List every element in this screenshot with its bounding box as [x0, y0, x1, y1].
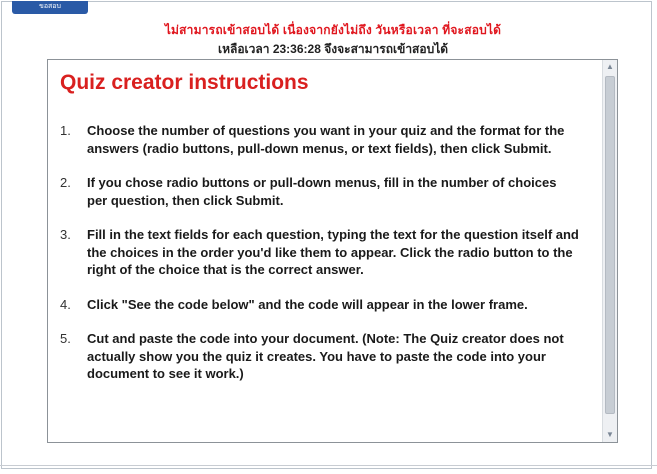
instructions-content: Quiz creator instructions 1. Choose the …: [48, 60, 601, 442]
item-number: 4.: [60, 296, 71, 312]
instructions-panel: Quiz creator instructions 1. Choose the …: [47, 59, 618, 443]
item-text: If you chose radio buttons or pull-down …: [87, 175, 557, 208]
list-item: 2. If you chose radio buttons or pull-do…: [60, 174, 580, 209]
status-line-countdown: เหลือเวลา 23:36:28 จึงจะสามารถเข้าสอบได้: [98, 40, 568, 59]
item-text: Click "See the code below" and the code …: [87, 296, 528, 312]
item-number: 5.: [60, 331, 71, 346]
item-number: 3.: [60, 227, 71, 242]
item-text: Cut and paste the code into your documen…: [87, 331, 564, 381]
item-number: 1.: [60, 123, 71, 138]
item-text: Choose the number of questions you want …: [87, 123, 565, 156]
scroll-down-icon[interactable]: ▼: [603, 428, 617, 442]
page-bottom-divider: [0, 465, 657, 466]
exam-status-message: ไม่สามารถเข้าสอบได้ เนื่องจากยังไม่ถึง ว…: [98, 21, 568, 59]
page-title: Quiz creator instructions: [60, 71, 309, 94]
list-item: 5. Cut and paste the code into your docu…: [60, 330, 580, 383]
vertical-scrollbar[interactable]: ▲ ▼: [602, 60, 617, 442]
exam-tab[interactable]: ขอสอบ: [12, 1, 88, 14]
scroll-up-icon[interactable]: ▲: [603, 60, 617, 74]
scrollbar-thumb[interactable]: [605, 76, 615, 414]
exam-frame: ขอสอบ ไม่สามารถเข้าสอบได้ เนื่องจากยังไม…: [1, 1, 652, 469]
instructions-list: 1. Choose the number of questions you wa…: [60, 122, 580, 383]
countdown-prefix: เหลือเวลา: [217, 42, 270, 56]
list-item: 1. Choose the number of questions you wa…: [60, 122, 580, 157]
list-item: 3. Fill in the text fields for each ques…: [60, 226, 580, 279]
item-number: 2.: [60, 175, 71, 190]
item-text: Fill in the text fields for each questio…: [87, 227, 579, 277]
countdown-time: 23:36:28: [272, 42, 321, 56]
countdown-suffix: จึงจะสามารถเข้าสอบได้: [324, 42, 449, 56]
status-line-not-available: ไม่สามารถเข้าสอบได้ เนื่องจากยังไม่ถึง ว…: [164, 23, 502, 37]
list-item: 4. Click "See the code below" and the co…: [60, 296, 580, 314]
